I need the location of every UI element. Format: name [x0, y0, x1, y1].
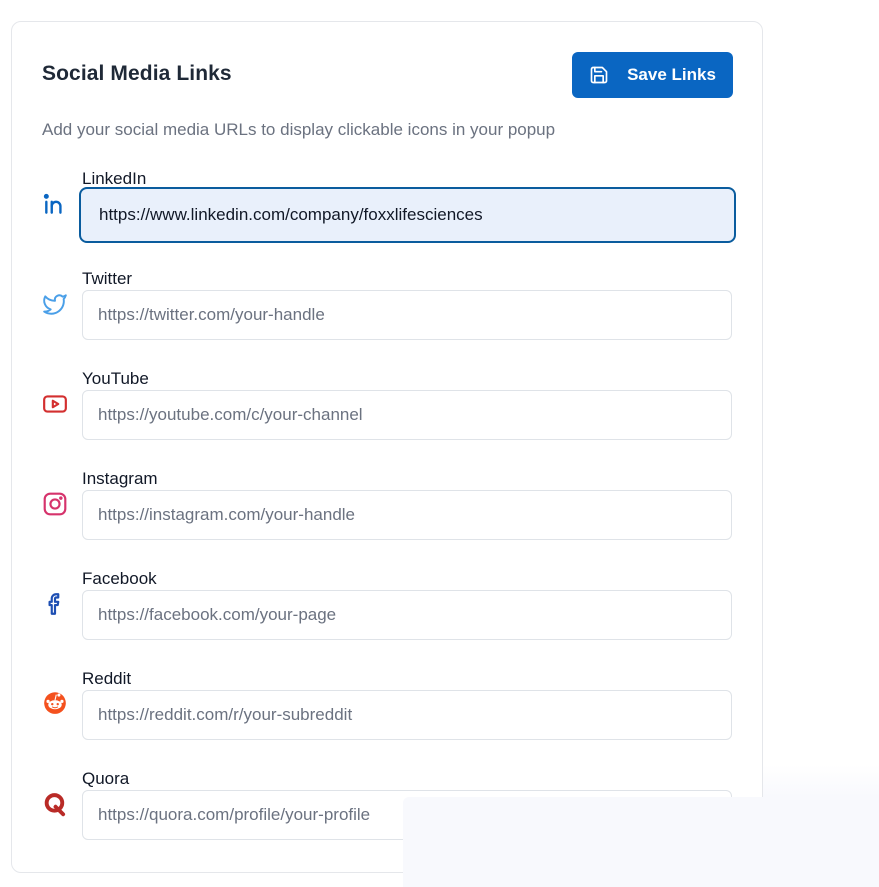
youtube-label: YouTube — [82, 369, 149, 388]
linkedin-field-group: LinkedIn — [12, 169, 764, 259]
save-links-button[interactable]: Save Links — [572, 52, 733, 98]
quora-label: Quora — [82, 769, 130, 788]
linkedin-icon — [42, 191, 68, 217]
youtube-url-input[interactable] — [82, 390, 732, 440]
reddit-label: Reddit — [82, 669, 132, 688]
facebook-icon — [42, 591, 68, 617]
twitter-icon — [42, 291, 68, 317]
reddit-field-group: Reddit — [12, 669, 764, 759]
card-subtitle: Add your social media URLs to display cl… — [42, 120, 556, 139]
save-links-label: Save Links — [627, 65, 716, 84]
instagram-url-input[interactable] — [82, 490, 732, 540]
save-icon — [589, 65, 609, 85]
instagram-icon — [42, 491, 68, 517]
linkedin-label: LinkedIn — [82, 169, 147, 188]
card-title: Social Media Links — [42, 62, 232, 85]
linkedin-url-input[interactable] — [79, 187, 736, 243]
facebook-label: Facebook — [82, 569, 157, 588]
youtube-field-group: YouTube — [12, 369, 764, 459]
reddit-icon — [42, 689, 68, 715]
social-links-card: Social Media Links Save Links Add your s… — [11, 21, 763, 873]
facebook-field-group: Facebook — [12, 569, 764, 659]
twitter-field-group: Twitter — [12, 269, 764, 359]
twitter-url-input[interactable] — [82, 290, 732, 340]
reddit-url-input[interactable] — [82, 690, 732, 740]
overlay-panel — [403, 797, 879, 887]
facebook-url-input[interactable] — [82, 590, 732, 640]
youtube-icon — [42, 391, 68, 417]
instagram-field-group: Instagram — [12, 469, 764, 559]
twitter-label: Twitter — [82, 269, 133, 288]
quora-icon — [42, 791, 68, 817]
overlay-fade — [763, 765, 879, 797]
instagram-label: Instagram — [82, 469, 158, 488]
